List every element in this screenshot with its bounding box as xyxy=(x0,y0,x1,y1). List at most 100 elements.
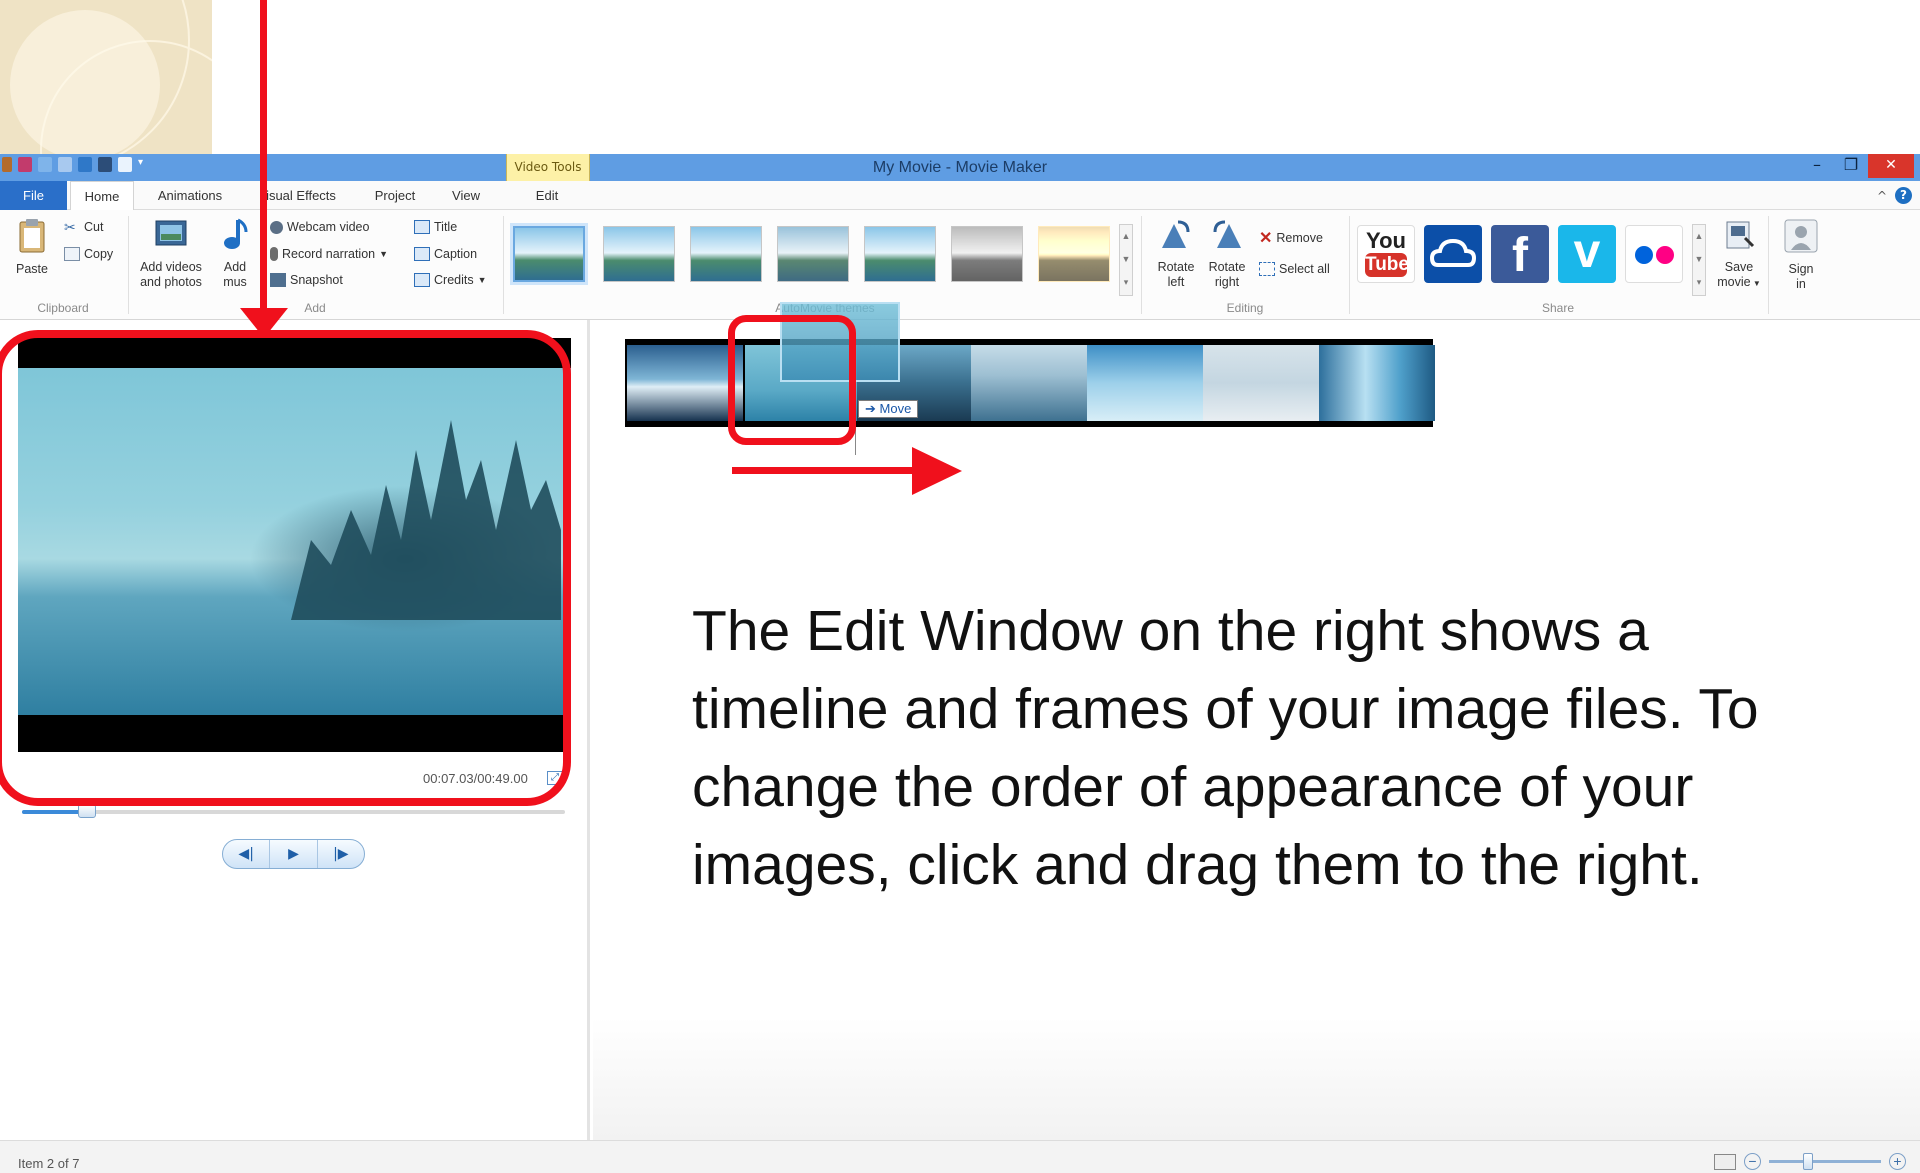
timeline-frame-6[interactable] xyxy=(1203,345,1319,421)
rotate-right-button[interactable]: Rotate right xyxy=(1202,218,1252,290)
webcam-video-button[interactable]: Webcam video xyxy=(270,220,369,234)
cut-button[interactable]: ✂ Cut xyxy=(64,220,103,234)
chevron-down-icon: ▼ xyxy=(1750,279,1761,288)
automovie-theme-6[interactable] xyxy=(951,226,1023,282)
microphone-icon xyxy=(270,247,278,261)
scissors-icon: ✂ xyxy=(64,219,76,235)
annotation-right-arrow-shaft xyxy=(732,467,932,474)
webcam-icon xyxy=(270,220,283,234)
user-icon xyxy=(1784,219,1818,253)
ribbon: Paste ✂ Cut Copy Clipboard Add videos and… xyxy=(0,210,1920,320)
rotate-left-button[interactable]: Rotate left xyxy=(1151,218,1201,290)
rotate-right-icon xyxy=(1213,220,1241,248)
share-gallery-scroll[interactable]: ▲ ▼ ▾ xyxy=(1692,224,1706,296)
minimize-ribbon-icon[interactable]: ^ xyxy=(1877,189,1887,203)
add-group-label: Add xyxy=(304,301,326,315)
move-drag-tooltip: ➔ Move xyxy=(858,400,919,418)
seek-bar[interactable] xyxy=(22,804,565,818)
onedrive-share-icon[interactable] xyxy=(1424,225,1482,283)
select-all-button[interactable]: Select all xyxy=(1259,262,1330,276)
save-movie-button[interactable]: Save movie ▼ xyxy=(1713,218,1765,291)
music-note-icon xyxy=(224,218,248,249)
restore-button[interactable]: ❐ xyxy=(1834,154,1868,178)
select-all-icon xyxy=(1259,262,1275,276)
title-button[interactable]: Title xyxy=(414,220,457,234)
status-bar: Item 2 of 7 − + xyxy=(0,1140,1920,1173)
chevron-down-icon: ▼ xyxy=(477,275,487,285)
timeline-frame-4[interactable] xyxy=(971,345,1087,421)
previous-frame-button[interactable]: ◀| xyxy=(223,840,271,868)
close-button[interactable]: ✕ xyxy=(1868,154,1914,178)
paste-button[interactable]: Paste xyxy=(12,218,52,277)
storyboard-view-icon[interactable] xyxy=(1714,1153,1736,1170)
timeline-frame-5[interactable] xyxy=(1087,345,1203,421)
remove-button[interactable]: ✕ Remove xyxy=(1259,228,1323,248)
copy-button[interactable]: Copy xyxy=(64,247,113,261)
playback-controls: ◀| ▶ |▶ xyxy=(222,839,365,869)
snapshot-icon xyxy=(270,273,286,287)
minimize-button[interactable]: – xyxy=(1800,154,1834,178)
annotation-right-arrow-head xyxy=(912,447,962,495)
annotation-down-arrow-shaft xyxy=(260,0,267,318)
slide-body-text: The Edit Window on the right shows a tim… xyxy=(692,599,1759,897)
automovie-theme-4[interactable] xyxy=(777,226,849,282)
snapshot-button[interactable]: Snapshot xyxy=(270,273,343,287)
title-icon xyxy=(414,220,430,234)
sign-in-button[interactable]: Sign in xyxy=(1778,218,1824,292)
zoom-in-button[interactable]: + xyxy=(1889,1153,1906,1170)
credits-icon xyxy=(414,273,430,287)
title-bar: ▾ Video Tools My Movie - Movie Maker – ❐… xyxy=(0,154,1920,181)
add-videos-photos-icon xyxy=(155,220,187,246)
tab-view[interactable]: View xyxy=(440,181,492,210)
tab-file[interactable]: File xyxy=(0,181,67,210)
zoom-slider[interactable] xyxy=(1769,1153,1881,1170)
play-button[interactable]: ▶ xyxy=(270,840,318,868)
automovie-theme-3[interactable] xyxy=(690,226,762,282)
remove-x-icon: ✕ xyxy=(1259,230,1273,247)
editing-group-label: Editing xyxy=(1226,301,1264,315)
screen: ▾ Video Tools My Movie - Movie Maker – ❐… xyxy=(0,0,1920,1173)
automovie-theme-5[interactable] xyxy=(864,226,936,282)
save-movie-icon xyxy=(1726,221,1755,249)
credits-button[interactable]: Credits ▼ xyxy=(414,273,487,287)
copy-icon xyxy=(64,247,80,261)
flickr-share-icon[interactable] xyxy=(1625,225,1683,283)
add-videos-photos-button[interactable]: Add videos and photos xyxy=(133,218,209,290)
next-frame-button[interactable]: |▶ xyxy=(318,840,364,868)
seek-bar-thumb[interactable] xyxy=(78,804,97,818)
ribbon-tabs: File Home Animations isual Effects Proje… xyxy=(0,181,1920,211)
status-item-count: Item 2 of 7 xyxy=(18,1156,80,1171)
add-music-button[interactable]: Add mus xyxy=(212,218,258,290)
annotation-preview-highlight xyxy=(0,330,571,806)
slide-decoration xyxy=(0,0,212,154)
tab-visual-effects[interactable]: isual Effects xyxy=(258,181,344,210)
facebook-share-icon[interactable]: f xyxy=(1491,225,1549,283)
tab-project[interactable]: Project xyxy=(360,181,430,210)
clipboard-group-label: Clipboard xyxy=(37,301,89,315)
vimeo-share-icon[interactable]: v xyxy=(1558,225,1616,283)
timeline-frame-1[interactable] xyxy=(627,345,743,421)
record-narration-button[interactable]: Record narration ▼ xyxy=(270,247,388,261)
slide-title-fragment xyxy=(1195,0,1231,36)
help-icon[interactable]: ? xyxy=(1895,187,1912,204)
chevron-down-icon: ▼ xyxy=(379,249,389,259)
zoom-out-button[interactable]: − xyxy=(1744,1153,1761,1170)
automovie-theme-7[interactable] xyxy=(1038,226,1110,282)
zoom-control: − + xyxy=(1714,1153,1906,1170)
zoom-slider-thumb[interactable] xyxy=(1803,1153,1814,1170)
youtube-share-icon[interactable]: You Tube xyxy=(1357,225,1415,283)
tab-animations[interactable]: Animations xyxy=(144,181,236,210)
gallery-scroll[interactable]: ▲ ▼ ▾ xyxy=(1119,224,1133,296)
paste-icon xyxy=(19,219,45,253)
automovie-theme-2[interactable] xyxy=(603,226,675,282)
share-group-label: Share xyxy=(1541,301,1575,315)
tab-edit[interactable]: Edit xyxy=(510,181,584,210)
timeline-frame-7[interactable] xyxy=(1319,345,1435,421)
annotation-frame-highlight xyxy=(728,315,856,445)
tab-home[interactable]: Home xyxy=(70,181,134,211)
caption-button[interactable]: Caption xyxy=(414,247,477,261)
automovie-theme-1[interactable] xyxy=(513,226,585,282)
caption-icon xyxy=(414,247,430,261)
cloud-icon xyxy=(1429,238,1477,267)
window-title: My Movie - Movie Maker xyxy=(872,159,1048,176)
